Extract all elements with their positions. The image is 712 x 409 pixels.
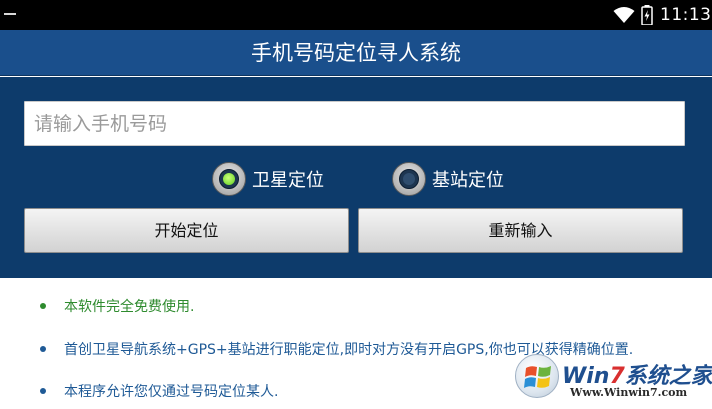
- app-title-bar: 手机号码定位寻人系统: [0, 30, 712, 76]
- bullet-icon: [40, 303, 46, 309]
- app-title: 手机号码定位寻人系统: [251, 41, 461, 65]
- radio-unchecked-icon: [392, 162, 426, 196]
- radio-satellite-location[interactable]: 卫星定位: [212, 162, 324, 196]
- radio-satellite-label: 卫星定位: [252, 170, 324, 191]
- bullet-icon: [40, 388, 46, 394]
- radio-cell-tower-location[interactable]: 基站定位: [392, 162, 504, 196]
- radio-cell-tower-label: 基站定位: [432, 170, 504, 191]
- windows-logo-icon: [515, 354, 559, 398]
- list-item: 本程序允许您仅通过号码定位某人.: [40, 382, 278, 402]
- status-bar: 11:13: [0, 0, 712, 30]
- phone-number-input[interactable]: [24, 101, 685, 146]
- battery-charging-icon: [641, 5, 653, 25]
- status-time: 11:13: [660, 5, 712, 25]
- start-locating-button[interactable]: 开始定位: [24, 208, 349, 253]
- wifi-icon: [613, 7, 635, 23]
- radio-checked-icon: [212, 162, 246, 196]
- list-item: 本软件完全免费使用.: [40, 297, 194, 317]
- reset-input-button[interactable]: 重新输入: [358, 208, 683, 253]
- watermark-url: Www.Winwin7.com: [570, 386, 688, 399]
- bullet-icon: [40, 346, 46, 352]
- note-text: 本软件完全免费使用.: [64, 299, 195, 315]
- minus-icon: [4, 13, 16, 15]
- note-text: 本程序允许您仅通过号码定位某人.: [64, 384, 279, 400]
- watermark: Win7系统之家 Www.Winwin7.com: [510, 350, 712, 409]
